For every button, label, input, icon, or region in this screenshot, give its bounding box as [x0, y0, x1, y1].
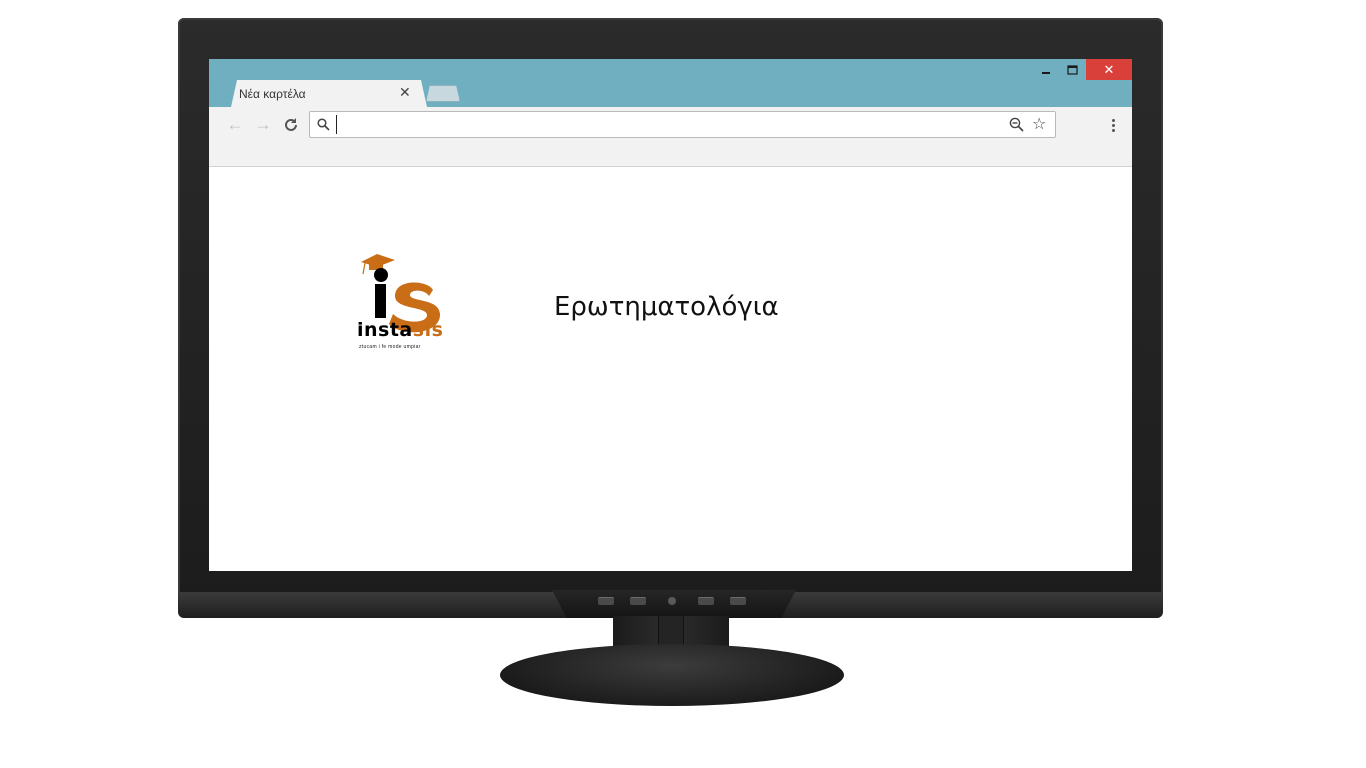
menu-icon[interactable]: [1108, 115, 1118, 135]
address-bar[interactable]: ☆: [309, 111, 1056, 138]
back-arrow-icon: ←: [226, 115, 244, 134]
tab-title: Νέα καρτέλα: [239, 87, 306, 101]
page-heading: Ερωτηματολόγια: [554, 292, 779, 322]
back-button[interactable]: ←: [225, 115, 245, 135]
logo-wordmark: instasis: [357, 319, 443, 341]
zoom-out-icon[interactable]: [1009, 117, 1024, 132]
monitor-button: [698, 597, 714, 605]
maximize-button[interactable]: [1059, 59, 1086, 80]
forward-button[interactable]: →: [253, 115, 273, 135]
logo-tagline: ztucam i fe mode umpiar: [359, 344, 421, 350]
logo-word-main: insta: [357, 319, 413, 341]
address-input[interactable]: [336, 115, 996, 134]
minimize-icon: [1041, 71, 1050, 74]
reload-button[interactable]: [281, 115, 301, 135]
logo-word-accent: sis: [412, 319, 444, 341]
minimize-button[interactable]: [1032, 59, 1059, 80]
tab-close-icon[interactable]: ✕: [399, 84, 411, 101]
monitor-stand-base: [500, 644, 844, 706]
monitor-button: [630, 597, 646, 605]
search-icon: [317, 118, 330, 131]
close-icon: ✕: [1103, 61, 1115, 77]
close-button[interactable]: ✕: [1086, 59, 1132, 80]
power-button: [668, 597, 676, 605]
forward-arrow-icon: →: [254, 115, 272, 134]
window-controls: ✕: [1032, 59, 1132, 80]
browser-toolbar: ← → ☆: [209, 107, 1132, 167]
star-icon[interactable]: ☆: [1032, 114, 1046, 134]
screen: Νέα καρτέλα ✕ ✕ ← → ☆ instasis ztucam i …: [209, 59, 1132, 571]
monitor-button: [730, 597, 746, 605]
monitor-buttons: [598, 597, 746, 605]
maximize-icon: [1067, 64, 1078, 75]
browser-titlebar: Νέα καρτέλα ✕ ✕: [209, 59, 1132, 107]
new-tab-button[interactable]: [426, 85, 460, 102]
reload-icon: [285, 118, 297, 131]
stage: Νέα καρτέλα ✕ ✕ ← → ☆ instasis ztucam i …: [0, 0, 1366, 768]
page-content: [209, 168, 1132, 571]
monitor-button: [598, 597, 614, 605]
